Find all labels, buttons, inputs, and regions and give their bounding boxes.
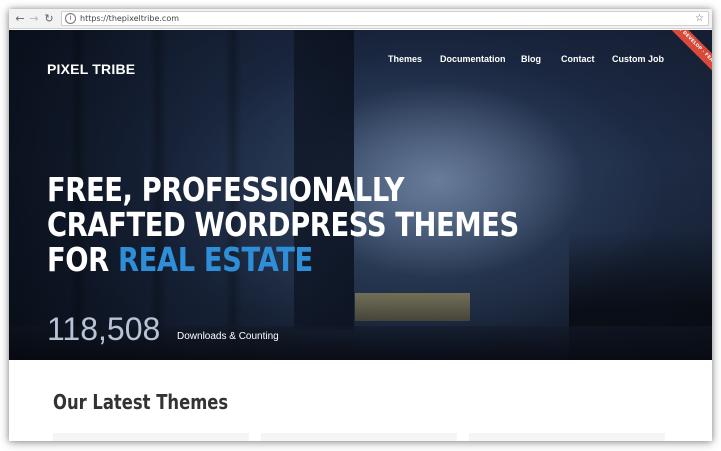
latest-themes-section: Our Latest Themes	[9, 360, 712, 441]
reload-icon[interactable]: ↻	[42, 12, 56, 26]
section-title: Our Latest Themes	[53, 390, 229, 414]
back-arrow-icon[interactable]: ←	[13, 12, 27, 26]
browser-window: ← → ↻ i https://thepixeltribe.com ☆ PIXE…	[9, 9, 712, 441]
featured-ribbon-label: WE DEVELOP · FEATURED	[667, 30, 712, 83]
theme-card[interactable]	[261, 433, 457, 441]
main-navigation: Themes Documentation Blog Contact Custom…	[9, 54, 712, 70]
nav-item-documentation[interactable]: Documentation	[440, 54, 506, 64]
star-icon[interactable]: ☆	[695, 12, 704, 25]
theme-card[interactable]	[469, 433, 665, 441]
info-icon[interactable]: i	[65, 13, 76, 24]
nav-item-blog[interactable]: Blog	[521, 54, 541, 64]
address-bar[interactable]: i https://thepixeltribe.com ☆	[61, 11, 709, 26]
hero-headline-line-3: FOR REAL ESTATE	[47, 242, 429, 277]
browser-toolbar: ← → ↻ i https://thepixeltribe.com ☆	[9, 9, 712, 29]
hero-headline-line-1: FREE, PROFESSIONALLY	[47, 170, 405, 209]
hero-headline: FREE, PROFESSIONALLY CRAFTED WORDPRESS T…	[47, 170, 519, 277]
nav-item-contact[interactable]: Contact	[561, 54, 595, 64]
forward-arrow-icon[interactable]: →	[27, 12, 41, 26]
nav-item-themes[interactable]: Themes	[388, 54, 422, 64]
theme-card[interactable]	[53, 433, 249, 441]
hero-headline-accent: REAL ESTATE	[117, 240, 313, 279]
featured-ribbon: WE DEVELOP · FEATURED	[652, 30, 712, 90]
download-count: 118,508	[47, 311, 161, 347]
hero-section: PIXEL TRIBE Themes Documentation Blog Co…	[9, 30, 712, 360]
hero-headline-prefix: FOR	[47, 240, 118, 279]
url-text[interactable]: https://thepixeltribe.com	[80, 13, 179, 25]
hero-headline-line-2: CRAFTED WORDPRESS THEMES	[47, 205, 519, 244]
download-count-label: Downloads & Counting	[177, 331, 279, 342]
